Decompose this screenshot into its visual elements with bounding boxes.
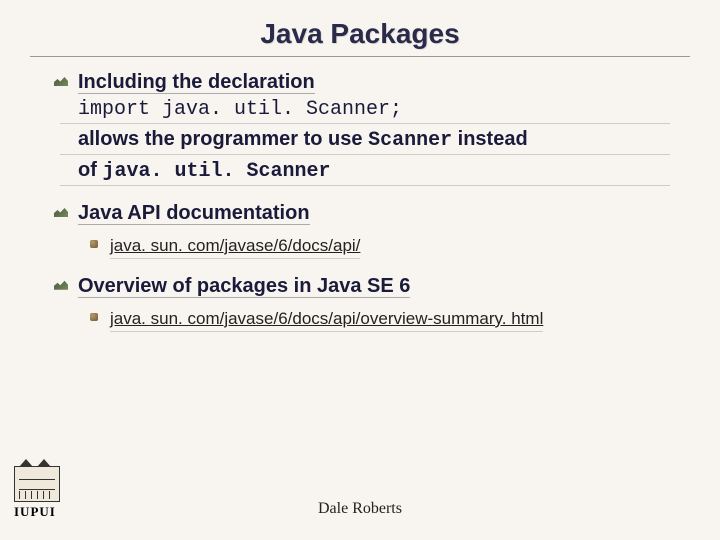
logo-building-icon — [14, 466, 60, 502]
title-divider — [30, 56, 690, 57]
bullet-item-3: Overview of packages in Java SE 6 — [60, 273, 670, 299]
bullet-2-link-row: java. sun. com/javase/6/docs/api/ — [60, 234, 670, 259]
bullet-3-text: Overview of packages in Java SE 6 — [78, 275, 410, 298]
bullet-2-text: Java API documentation — [78, 202, 310, 225]
bullet-item-1: Including the declaration — [60, 69, 670, 95]
bullet-1-code: import java. util. Scanner; — [60, 95, 670, 124]
content-area: Including the declaration import java. u… — [0, 69, 720, 332]
bullet-1-line4: of java. util. Scanner — [60, 157, 670, 186]
bullet-item-2: Java API documentation — [60, 200, 670, 226]
footer-author: Dale Roberts — [0, 500, 720, 518]
bullet-3-link-row: java. sun. com/javase/6/docs/api/overvie… — [60, 307, 670, 332]
overview-link[interactable]: java. sun. com/javase/6/docs/api/overvie… — [110, 307, 543, 332]
slide-title: Java Packages — [0, 0, 720, 54]
slide: Java Packages Including the declaration … — [0, 0, 720, 540]
bullet-1-line3: allows the programmer to use Scanner ins… — [60, 126, 670, 155]
bullet-1-line1: Including the declaration — [78, 71, 315, 94]
api-docs-link[interactable]: java. sun. com/javase/6/docs/api/ — [110, 234, 360, 259]
